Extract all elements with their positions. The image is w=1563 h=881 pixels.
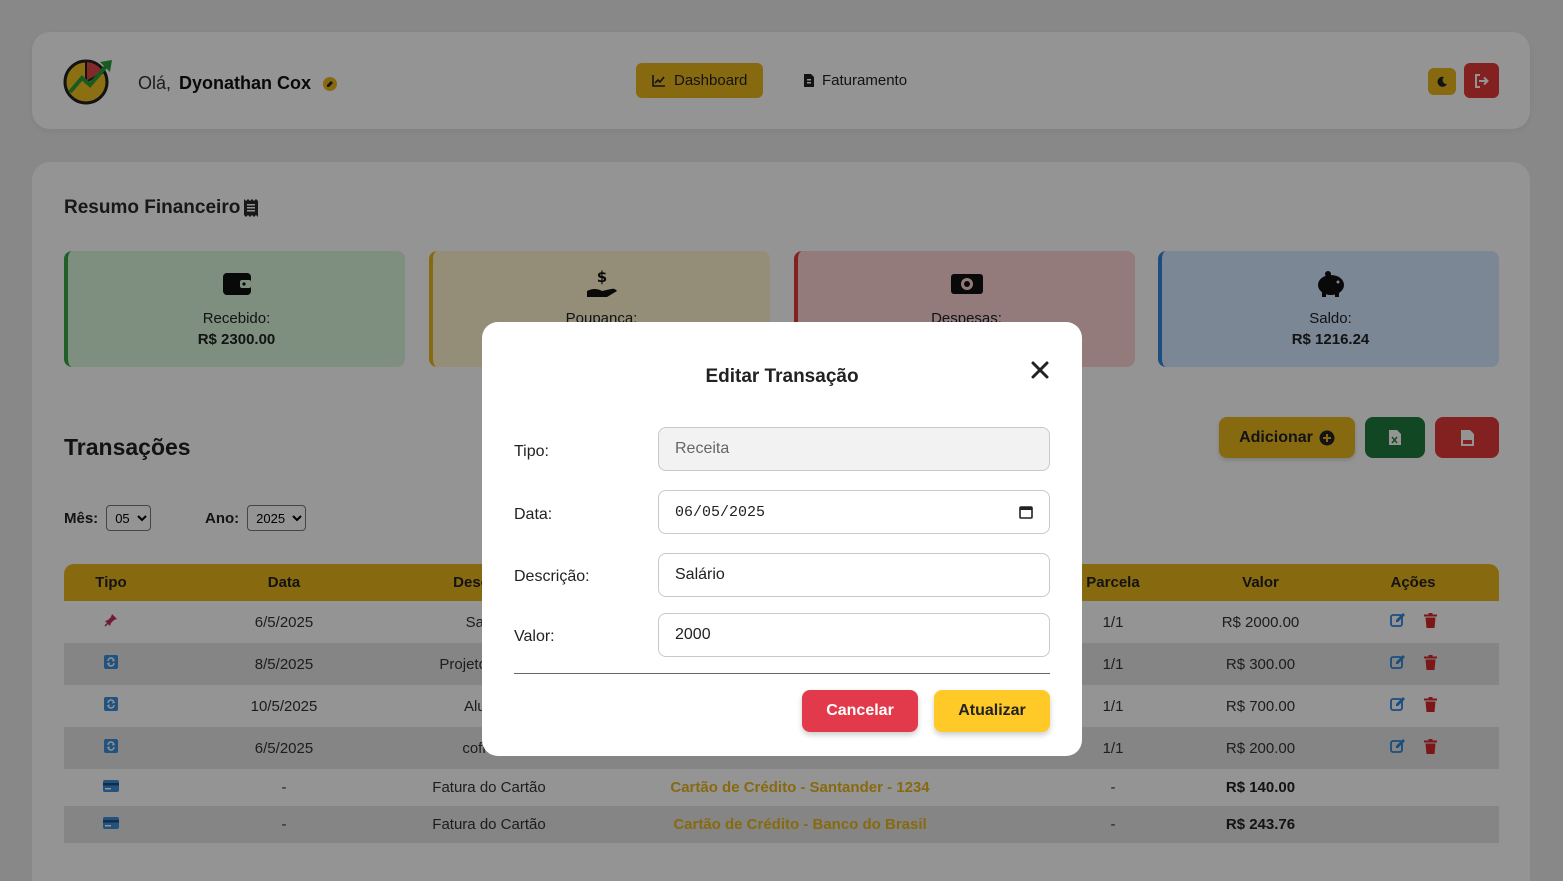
descricao-label: Descrição: bbox=[514, 568, 590, 585]
update-button[interactable]: Atualizar bbox=[934, 690, 1050, 732]
tipo-field: Receita bbox=[658, 427, 1050, 471]
valor-label: Valor: bbox=[514, 628, 555, 645]
tipo-label: Tipo: bbox=[514, 443, 549, 460]
close-icon[interactable] bbox=[1030, 360, 1050, 380]
modal-divider bbox=[514, 673, 1050, 674]
calendar-icon[interactable] bbox=[1019, 505, 1033, 519]
description-value: Salário bbox=[675, 566, 725, 583]
amount-field[interactable]: 2000 bbox=[658, 613, 1050, 657]
date-field[interactable]: 06/05/2025 bbox=[658, 490, 1050, 534]
date-value: 06/05/2025 bbox=[675, 503, 766, 521]
cancel-button[interactable]: Cancelar bbox=[802, 690, 918, 732]
description-field[interactable]: Salário bbox=[658, 553, 1050, 597]
data-label: Data: bbox=[514, 506, 553, 523]
amount-value: 2000 bbox=[675, 626, 711, 643]
tipo-value: Receita bbox=[675, 440, 730, 457]
edit-transaction-modal: Editar Transação Tipo: Receita Data: 06/… bbox=[482, 322, 1082, 756]
modal-title: Editar Transação bbox=[705, 366, 859, 387]
